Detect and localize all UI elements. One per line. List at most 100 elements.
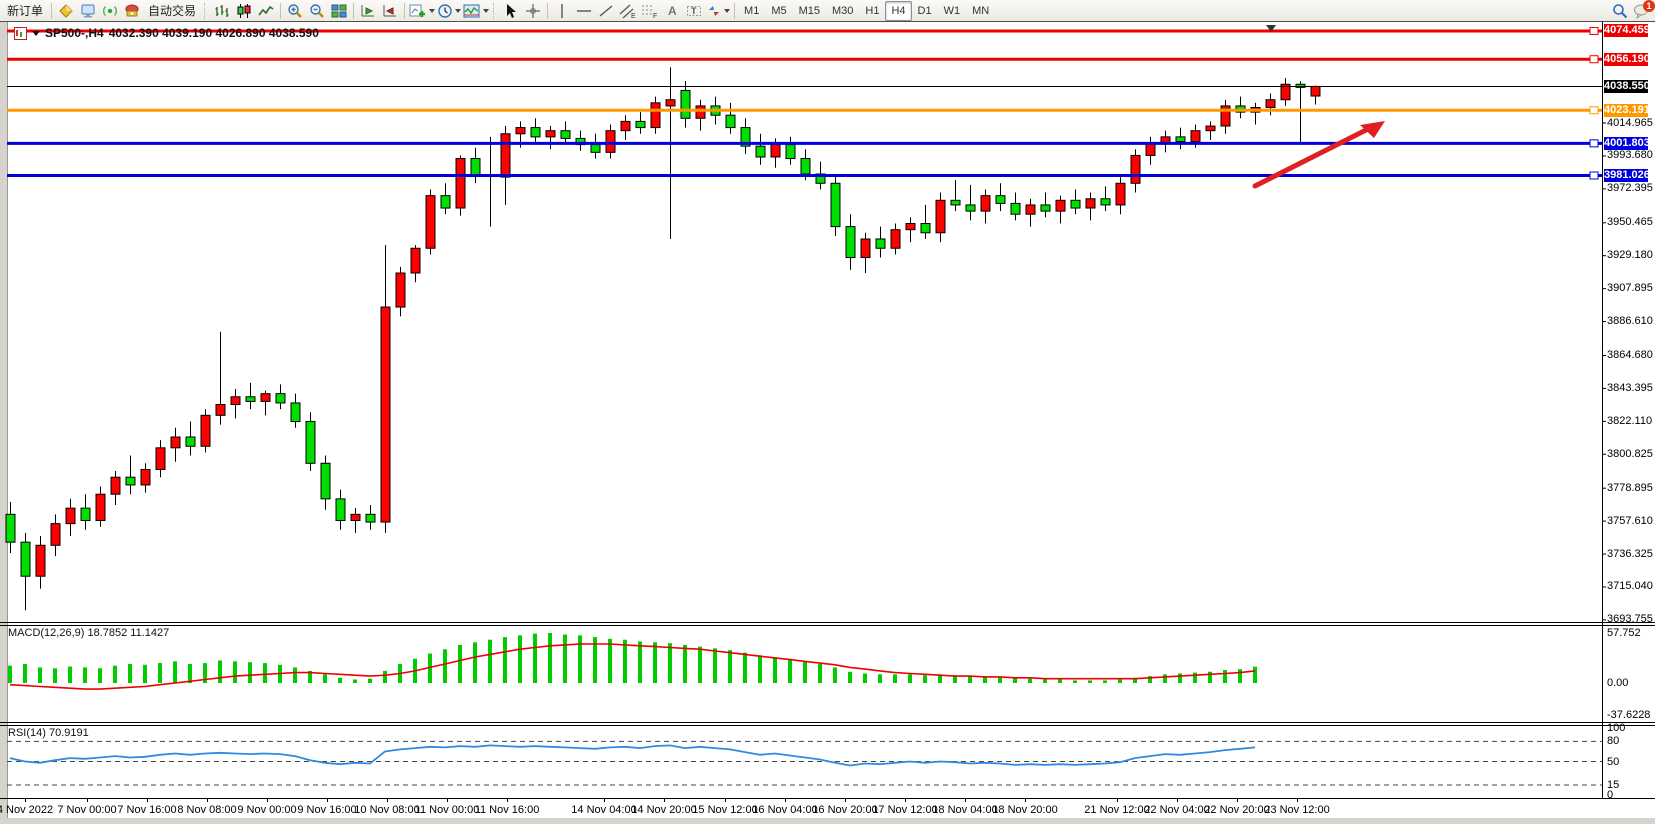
vline-button[interactable]: [551, 1, 573, 21]
hline-button[interactable]: [573, 1, 595, 21]
macd-histogram-bar: [323, 674, 327, 683]
candle-body: [1086, 199, 1095, 208]
chevron-down-icon: [724, 9, 730, 13]
timeframe-h4[interactable]: H4: [885, 1, 911, 21]
macd-histogram-bar: [833, 667, 837, 683]
chart-window: SP500-,H4 4032.390 4039.190 4026.890 403…: [0, 22, 1655, 824]
timeframe-m15[interactable]: M15: [793, 1, 826, 21]
time-axis-label: 18 Nov 04:00: [932, 804, 997, 816]
new-order-button[interactable]: 新订单: [2, 1, 48, 21]
line-end-handle: [1590, 27, 1598, 34]
price-tick-label: 3907.895: [1607, 282, 1653, 294]
toolbar-separator: [280, 3, 281, 19]
timeframe-m1[interactable]: M1: [738, 1, 765, 21]
candle-body: [21, 542, 30, 576]
time-axis-label: 7 Nov 00:00: [57, 804, 116, 816]
timeframe-m5[interactable]: M5: [765, 1, 792, 21]
search-button[interactable]: [1609, 1, 1631, 21]
candle-body: [1116, 183, 1125, 205]
chart-shift-button[interactable]: [379, 1, 401, 21]
diamond-icon[interactable]: [55, 1, 77, 21]
price-tick-label: 3843.395: [1607, 382, 1653, 394]
candle-body: [726, 115, 735, 127]
candle-body: [696, 106, 705, 118]
autotrade-icon[interactable]: [121, 1, 143, 21]
tile-windows-button[interactable]: [328, 1, 350, 21]
time-axis-label: 11 Nov 16:00: [475, 804, 540, 816]
svg-text:A: A: [668, 4, 677, 18]
price-tick-label: 4014.965: [1607, 117, 1653, 129]
symbol-dropdown-icon[interactable]: [32, 31, 40, 36]
candlestick-button[interactable]: [233, 1, 255, 21]
macd-histogram-bar: [158, 663, 162, 683]
macd-histogram-bar: [1028, 679, 1032, 683]
macd-histogram-bar: [923, 675, 927, 683]
macd-histogram-bar: [548, 633, 552, 683]
trendline-button[interactable]: [595, 1, 617, 21]
new-chart-button[interactable]: [408, 1, 436, 21]
bar-chart-button[interactable]: [211, 1, 233, 21]
candle-body: [951, 200, 960, 205]
periods-button[interactable]: [436, 1, 462, 21]
timeframe-d1[interactable]: D1: [912, 1, 938, 21]
cursor-button[interactable]: [500, 1, 522, 21]
macd-histogram-bar: [668, 643, 672, 683]
timeframe-mn[interactable]: MN: [966, 1, 995, 21]
candle-body: [1041, 205, 1050, 211]
time-axis-label: 11 Nov 00:00: [415, 804, 480, 816]
candle-body: [666, 100, 675, 106]
auto-scroll-button[interactable]: [357, 1, 379, 21]
desktop-icon[interactable]: [77, 1, 99, 21]
zoom-in-button[interactable]: [284, 1, 306, 21]
candle-body: [1101, 199, 1110, 205]
candle-body: [561, 131, 570, 139]
macd-histogram-bar: [488, 640, 492, 683]
macd-histogram-bar: [1223, 670, 1227, 683]
indicator-window-button[interactable]: [462, 1, 490, 21]
chat-button[interactable]: 1: [1631, 1, 1653, 21]
macd-histogram-bar: [188, 664, 192, 683]
label-button[interactable]: T: [683, 1, 705, 21]
signal-icon[interactable]: [99, 1, 121, 21]
price-tick-label: 3950.465: [1607, 216, 1653, 228]
macd-histogram-bar: [218, 660, 222, 683]
channel-button[interactable]: E: [617, 1, 639, 21]
macd-axis-max: 57.752: [1607, 627, 1641, 639]
macd-histogram-bar: [638, 641, 642, 683]
text-button[interactable]: A: [661, 1, 683, 21]
candle-body: [1191, 131, 1200, 142]
candle-body: [306, 422, 315, 464]
bottom-window-edge: [0, 818, 1655, 824]
line-chart-button[interactable]: [255, 1, 277, 21]
candle-body: [501, 134, 510, 177]
fibonacci-button[interactable]: F: [639, 1, 661, 21]
price-tick-label: 3736.325: [1607, 548, 1653, 560]
candle-body: [441, 196, 450, 208]
auto-trading-button[interactable]: 自动交易: [143, 1, 201, 21]
candle-body: [756, 146, 765, 157]
time-axis-label: 15 Nov 12:00: [692, 804, 757, 816]
candle-body: [771, 145, 780, 157]
macd-histogram-bar: [83, 667, 87, 683]
timeframe-m30[interactable]: M30: [826, 1, 859, 21]
candle-body: [396, 273, 405, 307]
price-tick-label: 3757.610: [1607, 515, 1653, 527]
candle-body: [456, 159, 465, 209]
macd-label: MACD(12,26,9) 18.7852 11.1427: [8, 627, 169, 639]
timeframe-w1[interactable]: W1: [938, 1, 967, 21]
macd-axis-zero: 0.00: [1607, 677, 1628, 689]
candle-body: [126, 477, 135, 485]
macd-histogram-bar: [998, 677, 1002, 683]
svg-text:F: F: [653, 13, 657, 19]
price-badge: 3981.026: [1604, 169, 1648, 182]
zoom-out-button[interactable]: [306, 1, 328, 21]
candle-body: [291, 403, 300, 422]
macd-histogram-bar: [143, 665, 147, 683]
price-tick-label: 3993.680: [1607, 149, 1653, 161]
candle-body: [876, 239, 885, 248]
chart-canvas[interactable]: [0, 22, 1655, 824]
arrows-button[interactable]: [705, 1, 731, 21]
macd-histogram-bar: [698, 647, 702, 683]
crosshair-button[interactable]: [522, 1, 544, 21]
timeframe-h1[interactable]: H1: [859, 1, 885, 21]
